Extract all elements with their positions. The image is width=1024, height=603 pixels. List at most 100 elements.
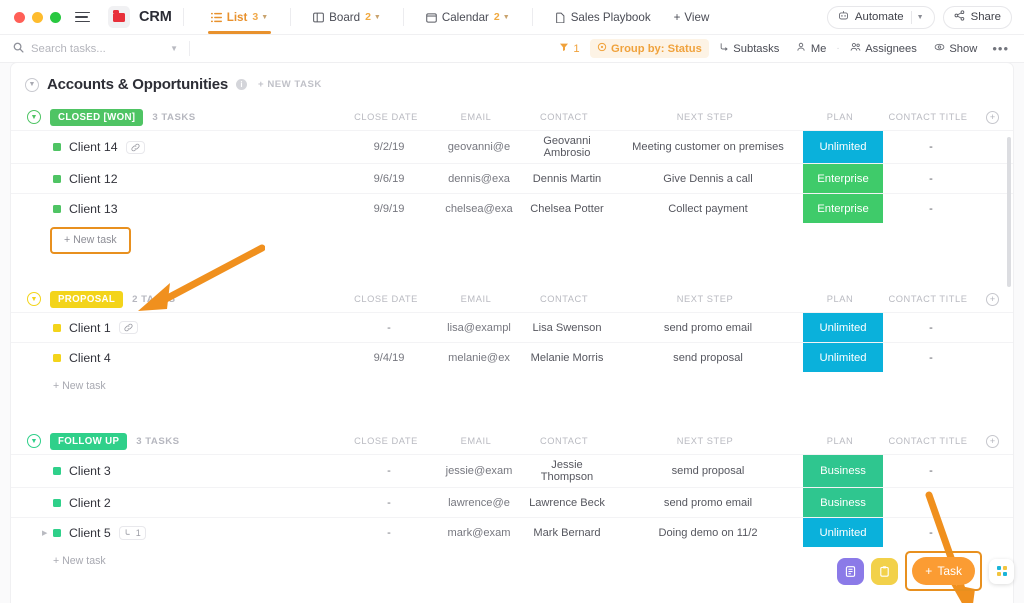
email-cell[interactable]: geovanni@e xyxy=(437,131,521,163)
status-square-icon[interactable] xyxy=(53,174,61,183)
next-step-cell[interactable]: send proposal xyxy=(613,343,803,372)
task-name-cell[interactable]: Client 2 xyxy=(11,488,341,517)
tab-calendar[interactable]: Calendar 2 ▼ xyxy=(415,0,521,34)
email-cell[interactable]: jessie@exam xyxy=(437,455,521,487)
column-header[interactable]: CONTACT TITLE xyxy=(880,294,976,304)
plan-cell[interactable]: Unlimited xyxy=(803,518,883,547)
status-square-icon[interactable] xyxy=(53,204,61,213)
maximize-window-button[interactable] xyxy=(50,11,61,23)
next-step-cell[interactable]: semd proposal xyxy=(613,455,803,487)
contact-cell[interactable]: Dennis Martin xyxy=(521,164,613,193)
email-cell[interactable]: lisa@exampl xyxy=(437,313,521,342)
contact-cell[interactable]: Chelsea Potter xyxy=(521,194,613,223)
contact-cell[interactable]: Jessie Thompson xyxy=(521,455,613,487)
column-header[interactable]: PLAN xyxy=(800,112,880,122)
new-task-button[interactable]: + New task xyxy=(50,227,131,254)
contact-title-cell[interactable]: - xyxy=(883,131,979,163)
column-header[interactable]: CLOSE DATE xyxy=(338,112,434,122)
chevron-down-icon[interactable]: ▼ xyxy=(917,14,924,21)
group-collapse-icon[interactable]: ▼ xyxy=(27,110,41,124)
table-row[interactable]: Client 3- jessie@exam Jessie Thompson semd … xyxy=(11,454,1013,487)
contact-title-cell[interactable]: - xyxy=(883,164,979,193)
hamburger-icon[interactable] xyxy=(75,11,90,23)
email-cell[interactable]: melanie@ex xyxy=(437,343,521,372)
status-square-icon[interactable] xyxy=(53,323,61,332)
automate-button[interactable]: Automate ▼ xyxy=(826,5,935,29)
new-task-button[interactable]: + New task xyxy=(11,372,1013,400)
plan-cell[interactable]: Business xyxy=(803,455,883,487)
chevron-down-icon[interactable]: ▼ xyxy=(503,14,510,21)
chevron-down-icon[interactable]: ▼ xyxy=(261,14,268,21)
clipboard-icon[interactable] xyxy=(871,557,899,585)
column-header[interactable]: CLOSE DATE xyxy=(338,436,434,446)
column-header[interactable]: CONTACT xyxy=(518,436,610,446)
close-date-cell[interactable]: 9/2/19 xyxy=(341,131,437,163)
add-task-button[interactable]: + Task xyxy=(912,557,975,585)
contact-cell[interactable]: Lisa Swenson xyxy=(521,313,613,342)
status-badge[interactable]: PROPOSAL xyxy=(50,290,124,308)
task-name-cell[interactable]: Client 13 xyxy=(11,194,341,223)
next-step-cell[interactable]: Give Dennis a call xyxy=(613,164,803,193)
plan-cell[interactable]: Enterprise xyxy=(803,194,883,223)
subtasks-button[interactable]: Subtasks xyxy=(712,39,787,58)
add-column-button[interactable]: + xyxy=(986,292,999,306)
contact-cell[interactable]: Geovanni Ambrosio xyxy=(521,131,613,163)
vertical-scrollbar[interactable] xyxy=(1007,137,1011,287)
next-step-cell[interactable]: send promo email xyxy=(613,488,803,517)
contact-title-cell[interactable]: - xyxy=(883,194,979,223)
note-icon[interactable] xyxy=(837,557,865,585)
task-name-cell[interactable]: Client 4 xyxy=(11,343,341,372)
group-collapse-icon[interactable]: ▼ xyxy=(27,434,41,448)
group-collapse-icon[interactable]: ▼ xyxy=(27,292,41,306)
column-header[interactable]: EMAIL xyxy=(434,294,518,304)
task-name-cell[interactable]: Client 12 xyxy=(11,164,341,193)
status-square-icon[interactable] xyxy=(53,353,61,362)
contact-cell[interactable]: Melanie Morris xyxy=(521,343,613,372)
plan-cell[interactable]: Unlimited xyxy=(803,131,883,163)
apps-grid-icon[interactable] xyxy=(989,558,1014,584)
contact-cell[interactable]: Lawrence Beck xyxy=(521,488,613,517)
table-row[interactable]: Client 14 9/2/19 geovanni@e Geovanni Ambros… xyxy=(11,130,1013,163)
table-row[interactable]: Client 12 9/6/19 dennis@exa Dennis Martin Gi… xyxy=(11,163,1013,193)
status-square-icon[interactable] xyxy=(53,143,61,151)
email-cell[interactable]: mark@exam xyxy=(437,518,521,547)
chevron-down-icon[interactable]: ▼ xyxy=(170,44,178,53)
task-name-cell[interactable]: Client 1 xyxy=(11,313,341,342)
plan-cell[interactable]: Business xyxy=(803,488,883,517)
table-row[interactable]: ▶ Client 5 1- mark@exam Mark Bernard Doing de… xyxy=(11,517,1013,547)
window-controls[interactable] xyxy=(14,11,61,23)
chevron-down-icon[interactable]: ▼ xyxy=(374,14,381,21)
column-header[interactable]: NEXT STEP xyxy=(610,112,800,122)
next-step-cell[interactable]: Meeting customer on premises xyxy=(613,131,803,163)
table-row[interactable]: Client 4 9/4/19 melanie@ex Melanie Morris se… xyxy=(11,342,1013,372)
close-date-cell[interactable]: 9/4/19 xyxy=(341,343,437,372)
email-cell[interactable]: chelsea@exa xyxy=(437,194,521,223)
task-name-cell[interactable]: Client 14 xyxy=(11,131,341,163)
column-header[interactable]: PLAN xyxy=(800,294,880,304)
column-header[interactable]: CONTACT TITLE xyxy=(880,112,976,122)
column-header[interactable]: CONTACT TITLE xyxy=(880,436,976,446)
more-options-button[interactable]: ••• xyxy=(987,41,1014,56)
column-header[interactable]: CONTACT xyxy=(518,294,610,304)
close-date-cell[interactable]: - xyxy=(341,313,437,342)
expand-row-icon[interactable]: ▶ xyxy=(42,529,47,537)
filter-button[interactable]: 1 xyxy=(552,39,587,58)
table-row[interactable]: Client 2- lawrence@e Lawrence Beck send pro… xyxy=(11,487,1013,517)
close-date-cell[interactable]: 9/9/19 xyxy=(341,194,437,223)
plan-cell[interactable]: Enterprise xyxy=(803,164,883,193)
contact-title-cell[interactable]: - xyxy=(883,343,979,372)
column-header[interactable]: EMAIL xyxy=(434,436,518,446)
show-button[interactable]: Show xyxy=(927,39,985,58)
contact-title-cell[interactable]: - xyxy=(883,488,979,517)
group-by-button[interactable]: Group by: Status xyxy=(589,39,709,58)
status-square-icon[interactable] xyxy=(53,528,61,537)
status-badge[interactable]: CLOSED [WON] xyxy=(50,108,144,126)
tab-sales-playbook[interactable]: Sales Playbook xyxy=(544,0,662,34)
new-task-header-button[interactable]: + NEW TASK xyxy=(258,79,322,90)
subtask-count-badge[interactable]: 1 xyxy=(118,525,146,540)
close-date-cell[interactable]: - xyxy=(341,518,437,547)
me-button[interactable]: Me xyxy=(789,39,833,58)
status-badge[interactable]: FOLLOW UP xyxy=(50,432,128,450)
add-view-button[interactable]: + View xyxy=(662,11,722,24)
table-row[interactable]: Client 13 9/9/19 chelsea@exa Chelsea Potter… xyxy=(11,193,1013,223)
